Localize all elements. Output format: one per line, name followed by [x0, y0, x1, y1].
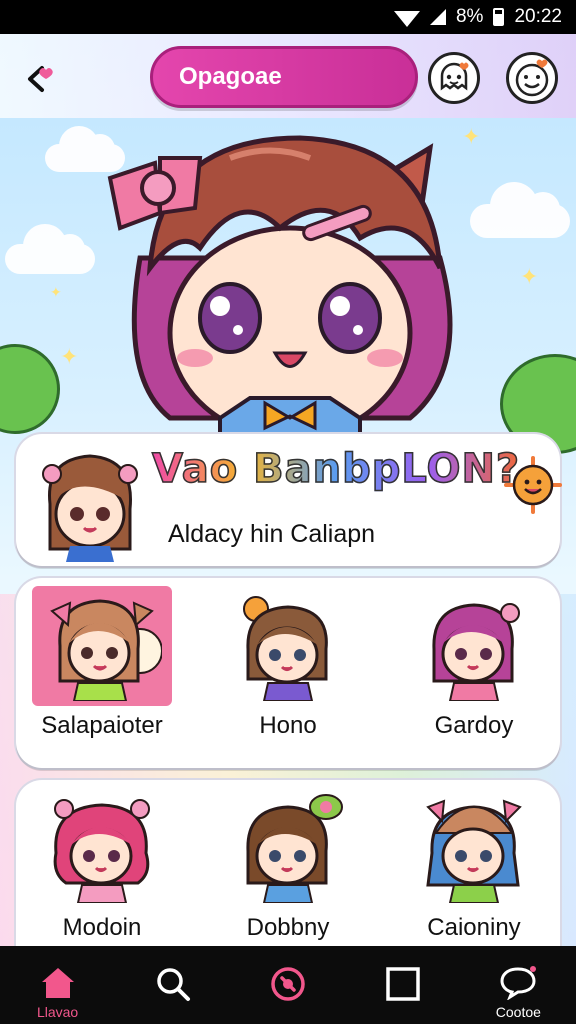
- clock: 20:22: [514, 6, 562, 27]
- signal-icon: [429, 9, 446, 25]
- ghost-chat-button[interactable]: [428, 52, 480, 104]
- character-avatar: [32, 586, 172, 706]
- ghost-icon: [440, 62, 469, 91]
- hero-character-illustration: [107, 135, 453, 448]
- wifi-icon: [393, 11, 420, 27]
- nav-chat-label: Cootoe: [495, 1004, 541, 1020]
- character-grid-row-1: Salapaioter Hono Gardoy: [16, 578, 560, 768]
- battery-icon: [493, 8, 505, 26]
- nav-chat[interactable]: Cootoe: [478, 964, 558, 1020]
- square-icon: [386, 967, 420, 1001]
- smiley-icon: [515, 59, 549, 97]
- nav-home[interactable]: Llavao: [18, 964, 98, 1020]
- character-card[interactable]: Dobbny: [208, 788, 368, 942]
- sparkle-icon: ✦: [520, 264, 539, 289]
- character-card[interactable]: Gardoy: [394, 586, 554, 740]
- home-icon: [41, 968, 74, 998]
- smile-button[interactable]: [506, 52, 558, 104]
- character-name: Hono: [259, 712, 317, 739]
- character-grid-row-2: Modoin Dobbny Caioniny: [16, 780, 560, 946]
- character-name: Gardoy: [434, 712, 514, 739]
- sparkle-icon: ✦: [60, 344, 79, 369]
- character-portrait: [243, 596, 328, 701]
- search-icon: [157, 968, 190, 1001]
- status-bar: 8% 20:22: [0, 0, 576, 34]
- character-card[interactable]: Hono: [208, 586, 368, 740]
- back-arrow-icon: [28, 66, 53, 92]
- bottom-navigation: Llavao Cootoe: [0, 946, 576, 1024]
- nav-square[interactable]: [363, 964, 443, 1004]
- character-portrait: [426, 799, 522, 903]
- featured-banner-card[interactable]: Vao BanbpLON? Aldacy hin Caliapn: [16, 434, 562, 566]
- character-name: Modoin: [62, 914, 142, 941]
- character-portrait: [53, 799, 150, 903]
- character-avatar: [404, 586, 544, 706]
- nav-record[interactable]: [248, 964, 328, 1004]
- character-avatar: [218, 586, 358, 706]
- character-avatar: [404, 788, 544, 908]
- banner-subtitle: Aldacy hin Caliapn: [168, 520, 376, 548]
- character-portrait: [50, 599, 162, 701]
- sparkle-icon: ✦: [50, 284, 62, 300]
- character-card[interactable]: Caioniny: [394, 788, 554, 942]
- title-pill[interactable]: Opagoae: [150, 46, 418, 108]
- character-name: Dobbny: [246, 914, 330, 941]
- record-icon: [271, 967, 305, 1001]
- character-name: Salapaioter: [41, 712, 163, 739]
- character-name: Caioniny: [427, 914, 521, 941]
- character-avatar: [32, 788, 172, 908]
- battery-percent: 8%: [455, 6, 484, 27]
- page-title: Opagoae: [179, 63, 282, 90]
- character-portrait: [432, 603, 520, 701]
- banner-avatar: [42, 454, 138, 562]
- nav-home-label: Llavao: [36, 1004, 79, 1020]
- character-portrait: [246, 794, 343, 903]
- tree: [0, 344, 60, 434]
- character-card[interactable]: Modoin: [22, 788, 182, 942]
- back-button[interactable]: [18, 56, 64, 102]
- chat-bubble-icon: [500, 966, 537, 1000]
- banner-title: Vao BanbpLON?: [151, 445, 521, 493]
- nav-search[interactable]: [133, 964, 213, 1004]
- character-card[interactable]: Salapaioter: [22, 586, 182, 740]
- character-avatar: [218, 788, 358, 908]
- sun-mascot-icon: [504, 456, 562, 514]
